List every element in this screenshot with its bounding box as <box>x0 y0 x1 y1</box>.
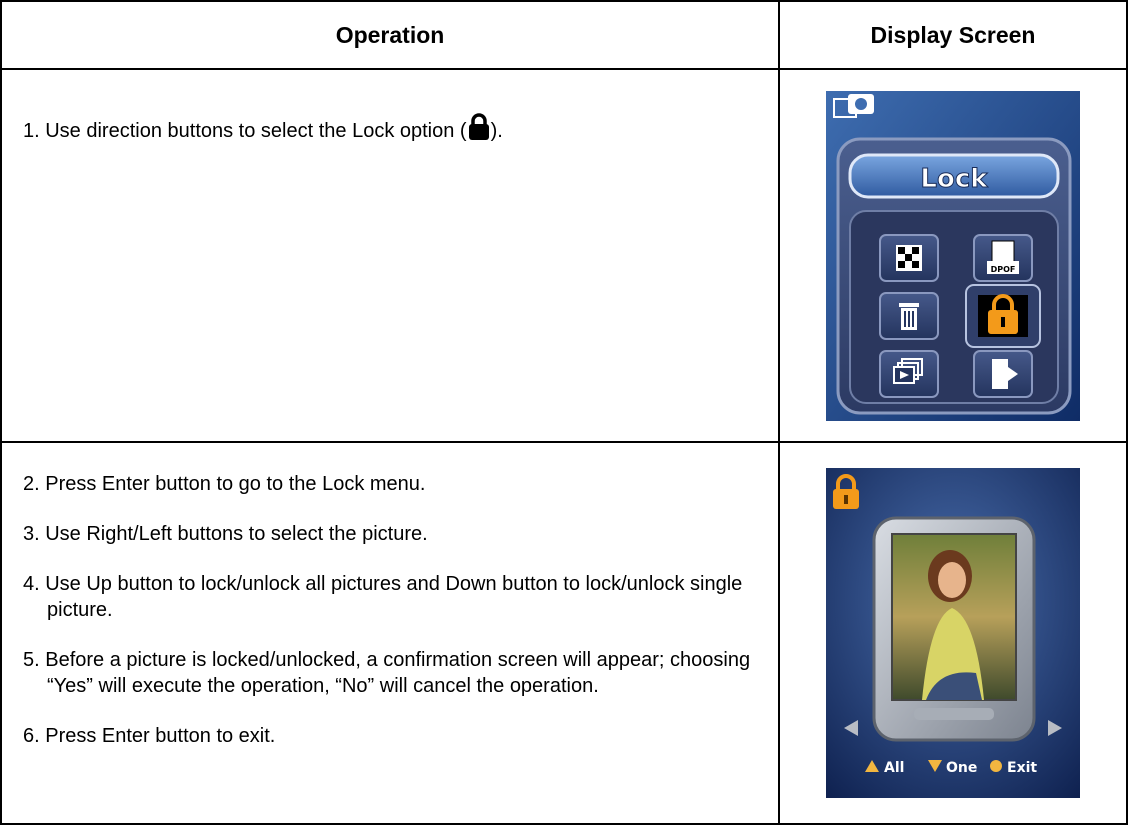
exit-icon[interactable] <box>973 349 1033 398</box>
hint-all: All <box>884 760 904 776</box>
lock-menu-screen: All One Exit <box>826 468 1080 798</box>
step-4: 4. Use Up button to lock/unlock all pict… <box>23 573 743 621</box>
slideshow-icon[interactable] <box>879 233 939 282</box>
lock-icon <box>468 113 490 147</box>
operation-cell-1: 1. Use direction buttons to select the L… <box>0 68 780 443</box>
menu-title: Lock <box>920 164 988 194</box>
enter-dot-icon <box>990 760 1002 772</box>
step-1: 1. Use direction buttons to select the L… <box>2 70 778 147</box>
trash-icon[interactable] <box>879 291 939 340</box>
camera-menu-screen: Lock DPOF <box>826 90 1080 421</box>
lock-option-button[interactable] <box>965 283 1041 348</box>
hint-one: One <box>946 760 977 776</box>
thumbnail-icon[interactable] <box>879 349 939 398</box>
step-6: 6. Press Enter button to exit. <box>23 725 276 747</box>
operation-cell-2: 2. Press Enter button to go to the Lock … <box>0 441 780 825</box>
display-cell-2: All One Exit <box>778 441 1128 825</box>
step-2: 2. Press Enter button to go to the Lock … <box>23 473 426 495</box>
button-hints: All One Exit <box>865 760 1037 776</box>
display-cell-1: Lock DPOF <box>778 68 1128 443</box>
step-1-text-pre: 1. Use direction buttons to select the L… <box>23 120 467 142</box>
header-operation: Operation <box>0 0 780 70</box>
svg-text:DPOF: DPOF <box>991 265 1016 274</box>
operation-table: Operation Display Screen 1. Use directio… <box>0 0 1128 825</box>
step-3: 3. Use Right/Left buttons to select the … <box>23 523 428 545</box>
header-display-screen: Display Screen <box>778 0 1128 70</box>
step-5: 5. Before a picture is locked/unlocked, … <box>23 649 751 697</box>
dpof-icon[interactable]: DPOF <box>973 233 1033 282</box>
picture-frame <box>872 516 1036 742</box>
step-1-text-post: ). <box>490 120 503 142</box>
hint-exit: Exit <box>1007 760 1037 776</box>
